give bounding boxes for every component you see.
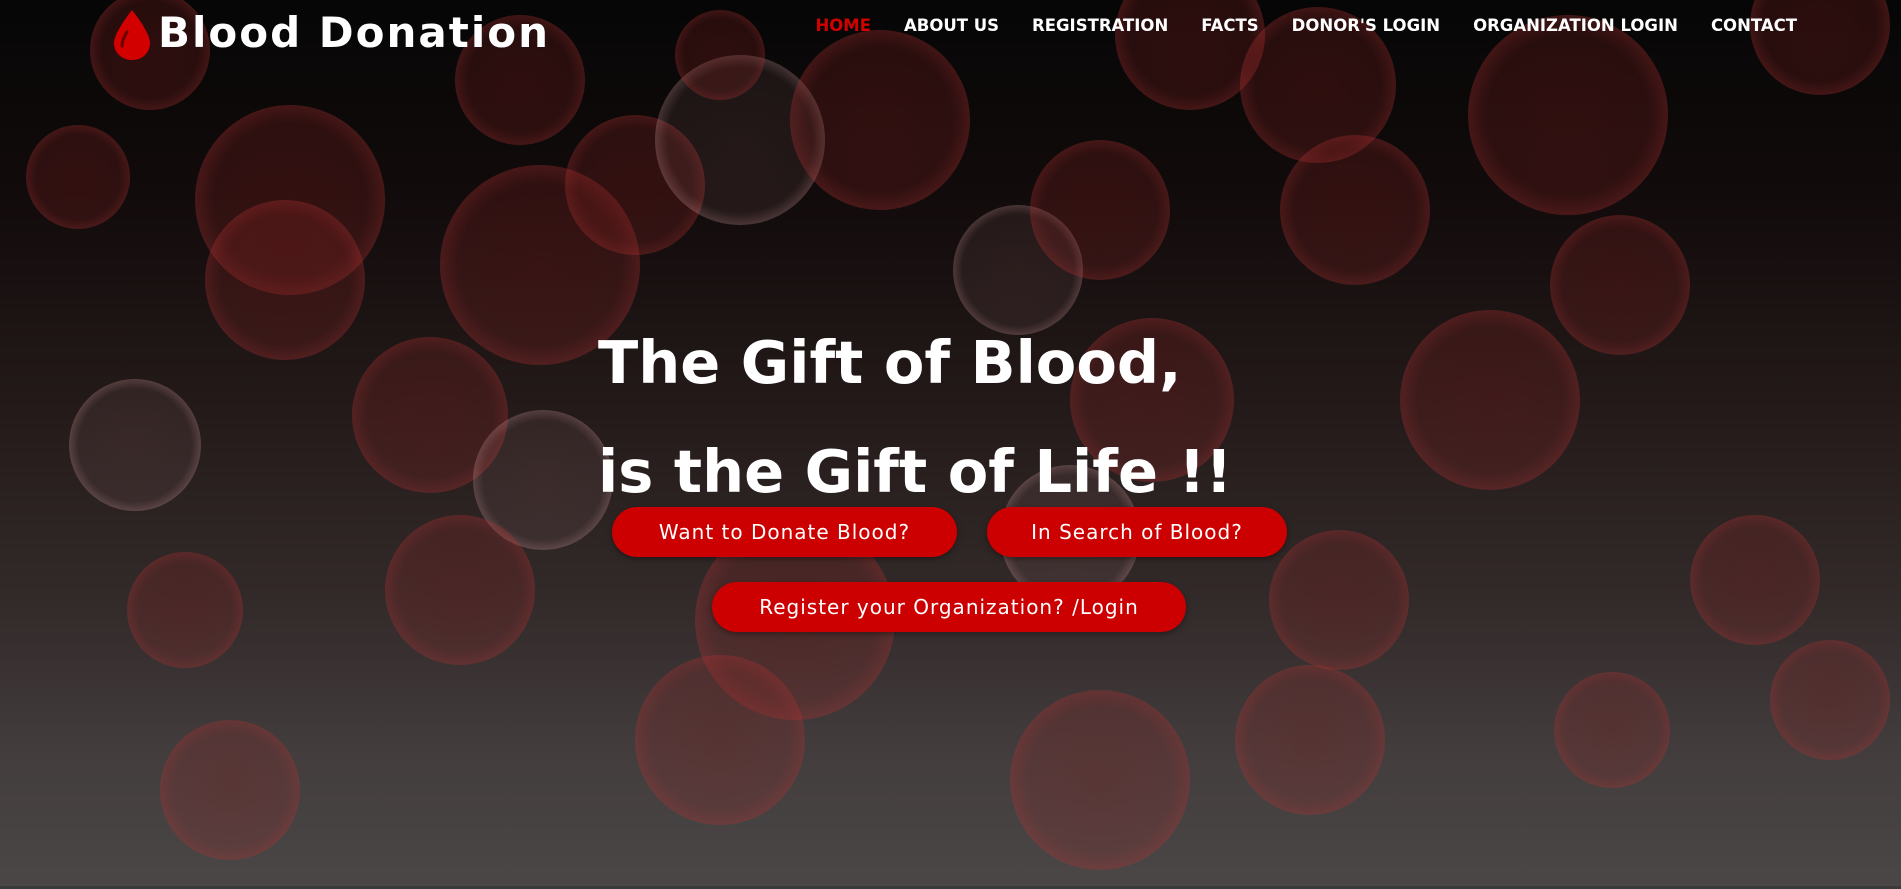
- site-header: Blood Donation HOME ABOUT US REGISTRATIO…: [0, 0, 1901, 64]
- main-nav: HOME ABOUT US REGISTRATION FACTS DONOR'S…: [815, 16, 1797, 35]
- donate-blood-button[interactable]: Want to Donate Blood?: [612, 507, 957, 557]
- bokeh-circle: [1010, 690, 1190, 870]
- bokeh-circle: [1554, 672, 1670, 788]
- bokeh-circle: [473, 410, 613, 550]
- nav-item-about-us[interactable]: ABOUT US: [904, 16, 999, 35]
- brand-name: Blood Donation: [158, 8, 550, 57]
- bokeh-circle: [1269, 530, 1409, 670]
- register-organization-button[interactable]: Register your Organization? /Login: [712, 582, 1186, 632]
- bokeh-circle: [655, 55, 825, 225]
- bokeh-circle: [205, 200, 365, 360]
- nav-item-contact[interactable]: CONTACT: [1711, 16, 1797, 35]
- logo[interactable]: Blood Donation: [110, 8, 550, 62]
- blood-drop-icon: [114, 10, 150, 60]
- bokeh-circle: [26, 125, 130, 229]
- headline-line-1: The Gift of Blood,: [598, 327, 1182, 397]
- bokeh-circle: [565, 115, 705, 255]
- nav-item-facts[interactable]: FACTS: [1201, 16, 1258, 35]
- bokeh-circle: [635, 655, 805, 825]
- bokeh-circle: [1280, 135, 1430, 285]
- bokeh-circle: [69, 379, 201, 511]
- bokeh-circle: [1550, 215, 1690, 355]
- search-blood-button[interactable]: In Search of Blood?: [987, 507, 1287, 557]
- nav-item-home[interactable]: HOME: [815, 16, 871, 35]
- bokeh-circle: [385, 515, 535, 665]
- bokeh-circle: [1235, 665, 1385, 815]
- bokeh-circle: [195, 105, 385, 295]
- nav-item-registration[interactable]: REGISTRATION: [1032, 16, 1168, 35]
- nav-item-donors-login[interactable]: DONOR'S LOGIN: [1292, 16, 1440, 35]
- bokeh-circle: [160, 720, 300, 860]
- bokeh-circle: [127, 552, 243, 668]
- nav-item-organization-login[interactable]: ORGANIZATION LOGIN: [1473, 16, 1678, 35]
- bokeh-circle: [1030, 140, 1170, 280]
- bokeh-circle: [1770, 640, 1890, 760]
- bokeh-circle: [1400, 310, 1580, 490]
- bokeh-circle: [352, 337, 508, 493]
- hero-section: Blood Donation HOME ABOUT US REGISTRATIO…: [0, 0, 1901, 889]
- bokeh-circle: [1690, 515, 1820, 645]
- hero-headline: The Gift of Blood, is the Gift of Life !…: [598, 308, 1232, 526]
